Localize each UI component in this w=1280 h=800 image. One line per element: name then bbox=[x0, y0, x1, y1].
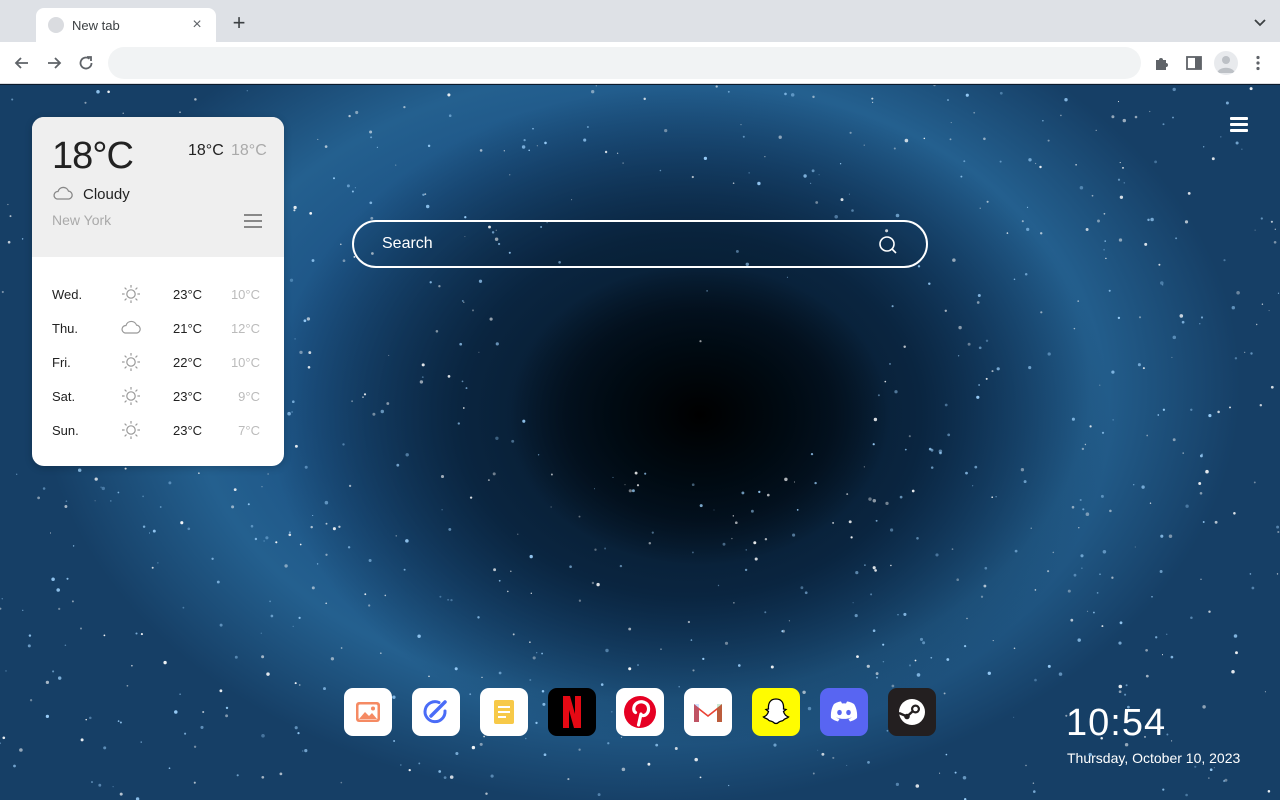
netflix-icon bbox=[548, 688, 596, 736]
main-menu-button[interactable] bbox=[1230, 117, 1248, 133]
dock-gmail[interactable] bbox=[684, 688, 732, 736]
forecast-row: Thu. 21°C 12°C bbox=[32, 311, 284, 345]
forecast-high: 21°C bbox=[173, 321, 203, 336]
weather-city: New York bbox=[52, 212, 112, 228]
cloud-icon bbox=[121, 320, 141, 334]
forecast-low: 7°C bbox=[238, 423, 260, 438]
back-arrow-icon[interactable] bbox=[12, 53, 32, 73]
dock-snapchat[interactable] bbox=[752, 688, 800, 736]
search-icon[interactable] bbox=[878, 235, 898, 255]
forecast-day: Thu. bbox=[52, 321, 79, 336]
forecast-low: 10°C bbox=[230, 287, 260, 302]
dock-tasks[interactable] bbox=[412, 688, 460, 736]
weather-condition: Cloudy bbox=[83, 186, 130, 203]
dock-discord[interactable] bbox=[820, 688, 868, 736]
forecast-high: 23°C bbox=[173, 389, 203, 404]
more-menu-icon[interactable] bbox=[1248, 53, 1268, 73]
weather-menu-button[interactable] bbox=[244, 214, 262, 228]
steam-icon bbox=[888, 688, 936, 736]
forecast-low: 12°C bbox=[230, 321, 260, 336]
extensions-icon[interactable] bbox=[1152, 53, 1172, 73]
clock-date: Thursday, October 10, 2023 bbox=[1067, 750, 1241, 766]
pinterest-icon bbox=[616, 688, 664, 736]
current-temperature: 18°C bbox=[52, 135, 134, 177]
dock-notes[interactable] bbox=[480, 688, 528, 736]
tasks-icon bbox=[412, 688, 460, 736]
tab-favicon-icon bbox=[48, 17, 64, 33]
dock-netflix[interactable] bbox=[548, 688, 596, 736]
forecast-high: 23°C bbox=[173, 287, 203, 302]
dock-pinterest[interactable] bbox=[616, 688, 664, 736]
search-input[interactable] bbox=[382, 222, 862, 266]
tab-strip: New tab × + bbox=[0, 0, 1280, 42]
today-high: 18°C bbox=[188, 142, 224, 159]
side-panel-icon[interactable] bbox=[1184, 53, 1204, 73]
sun-icon bbox=[122, 353, 140, 371]
today-low: 18°C bbox=[231, 142, 267, 159]
forecast-day: Sat. bbox=[52, 389, 76, 404]
forecast-list: Wed. 23°C 10°C Thu. 21°C 12°C Fri. 22°C 10°C Sat.… bbox=[32, 277, 284, 447]
browser-tab[interactable]: New tab × bbox=[36, 8, 216, 42]
forecast-day: Sun. bbox=[52, 423, 79, 438]
discord-icon bbox=[820, 688, 868, 736]
cloud-icon bbox=[53, 186, 73, 200]
sun-icon bbox=[122, 285, 140, 303]
tab-close-button[interactable]: × bbox=[188, 17, 206, 33]
forecast-low: 9°C bbox=[238, 389, 260, 404]
browser-toolbar bbox=[0, 42, 1280, 84]
weather-widget: 18°C 18°C 18°C Cloudy New York Wed. 23°C 1… bbox=[32, 117, 284, 466]
sun-icon bbox=[122, 421, 140, 439]
notes-icon bbox=[480, 688, 528, 736]
clock-time: 10:54 bbox=[1066, 702, 1167, 744]
weather-current: 18°C 18°C 18°C Cloudy New York bbox=[32, 117, 284, 257]
sun-icon bbox=[122, 387, 140, 405]
reload-icon[interactable] bbox=[76, 53, 96, 73]
photos-icon bbox=[344, 688, 392, 736]
forecast-row: Sun. 23°C 7°C bbox=[32, 413, 284, 447]
tab-title: New tab bbox=[72, 17, 120, 33]
snapchat-icon bbox=[752, 688, 800, 736]
forecast-day: Fri. bbox=[52, 355, 71, 370]
profile-avatar[interactable] bbox=[1214, 51, 1238, 75]
gmail-icon bbox=[684, 688, 732, 736]
forecast-high: 22°C bbox=[173, 355, 203, 370]
search-box bbox=[352, 220, 928, 268]
forecast-high: 23°C bbox=[173, 423, 203, 438]
forecast-low: 10°C bbox=[230, 355, 260, 370]
person-icon bbox=[1217, 56, 1235, 73]
forecast-row: Wed. 23°C 10°C bbox=[32, 277, 284, 311]
dock-steam[interactable] bbox=[888, 688, 936, 736]
forecast-row: Sat. 23°C 9°C bbox=[32, 379, 284, 413]
address-bar[interactable] bbox=[108, 47, 1141, 79]
new-tab-button[interactable]: + bbox=[228, 12, 250, 36]
forward-arrow-icon[interactable] bbox=[44, 53, 64, 73]
chevron-down-icon[interactable] bbox=[1252, 14, 1268, 30]
forecast-day: Wed. bbox=[52, 287, 83, 302]
forecast-row: Fri. 22°C 10°C bbox=[32, 345, 284, 379]
dock-photos[interactable] bbox=[344, 688, 392, 736]
